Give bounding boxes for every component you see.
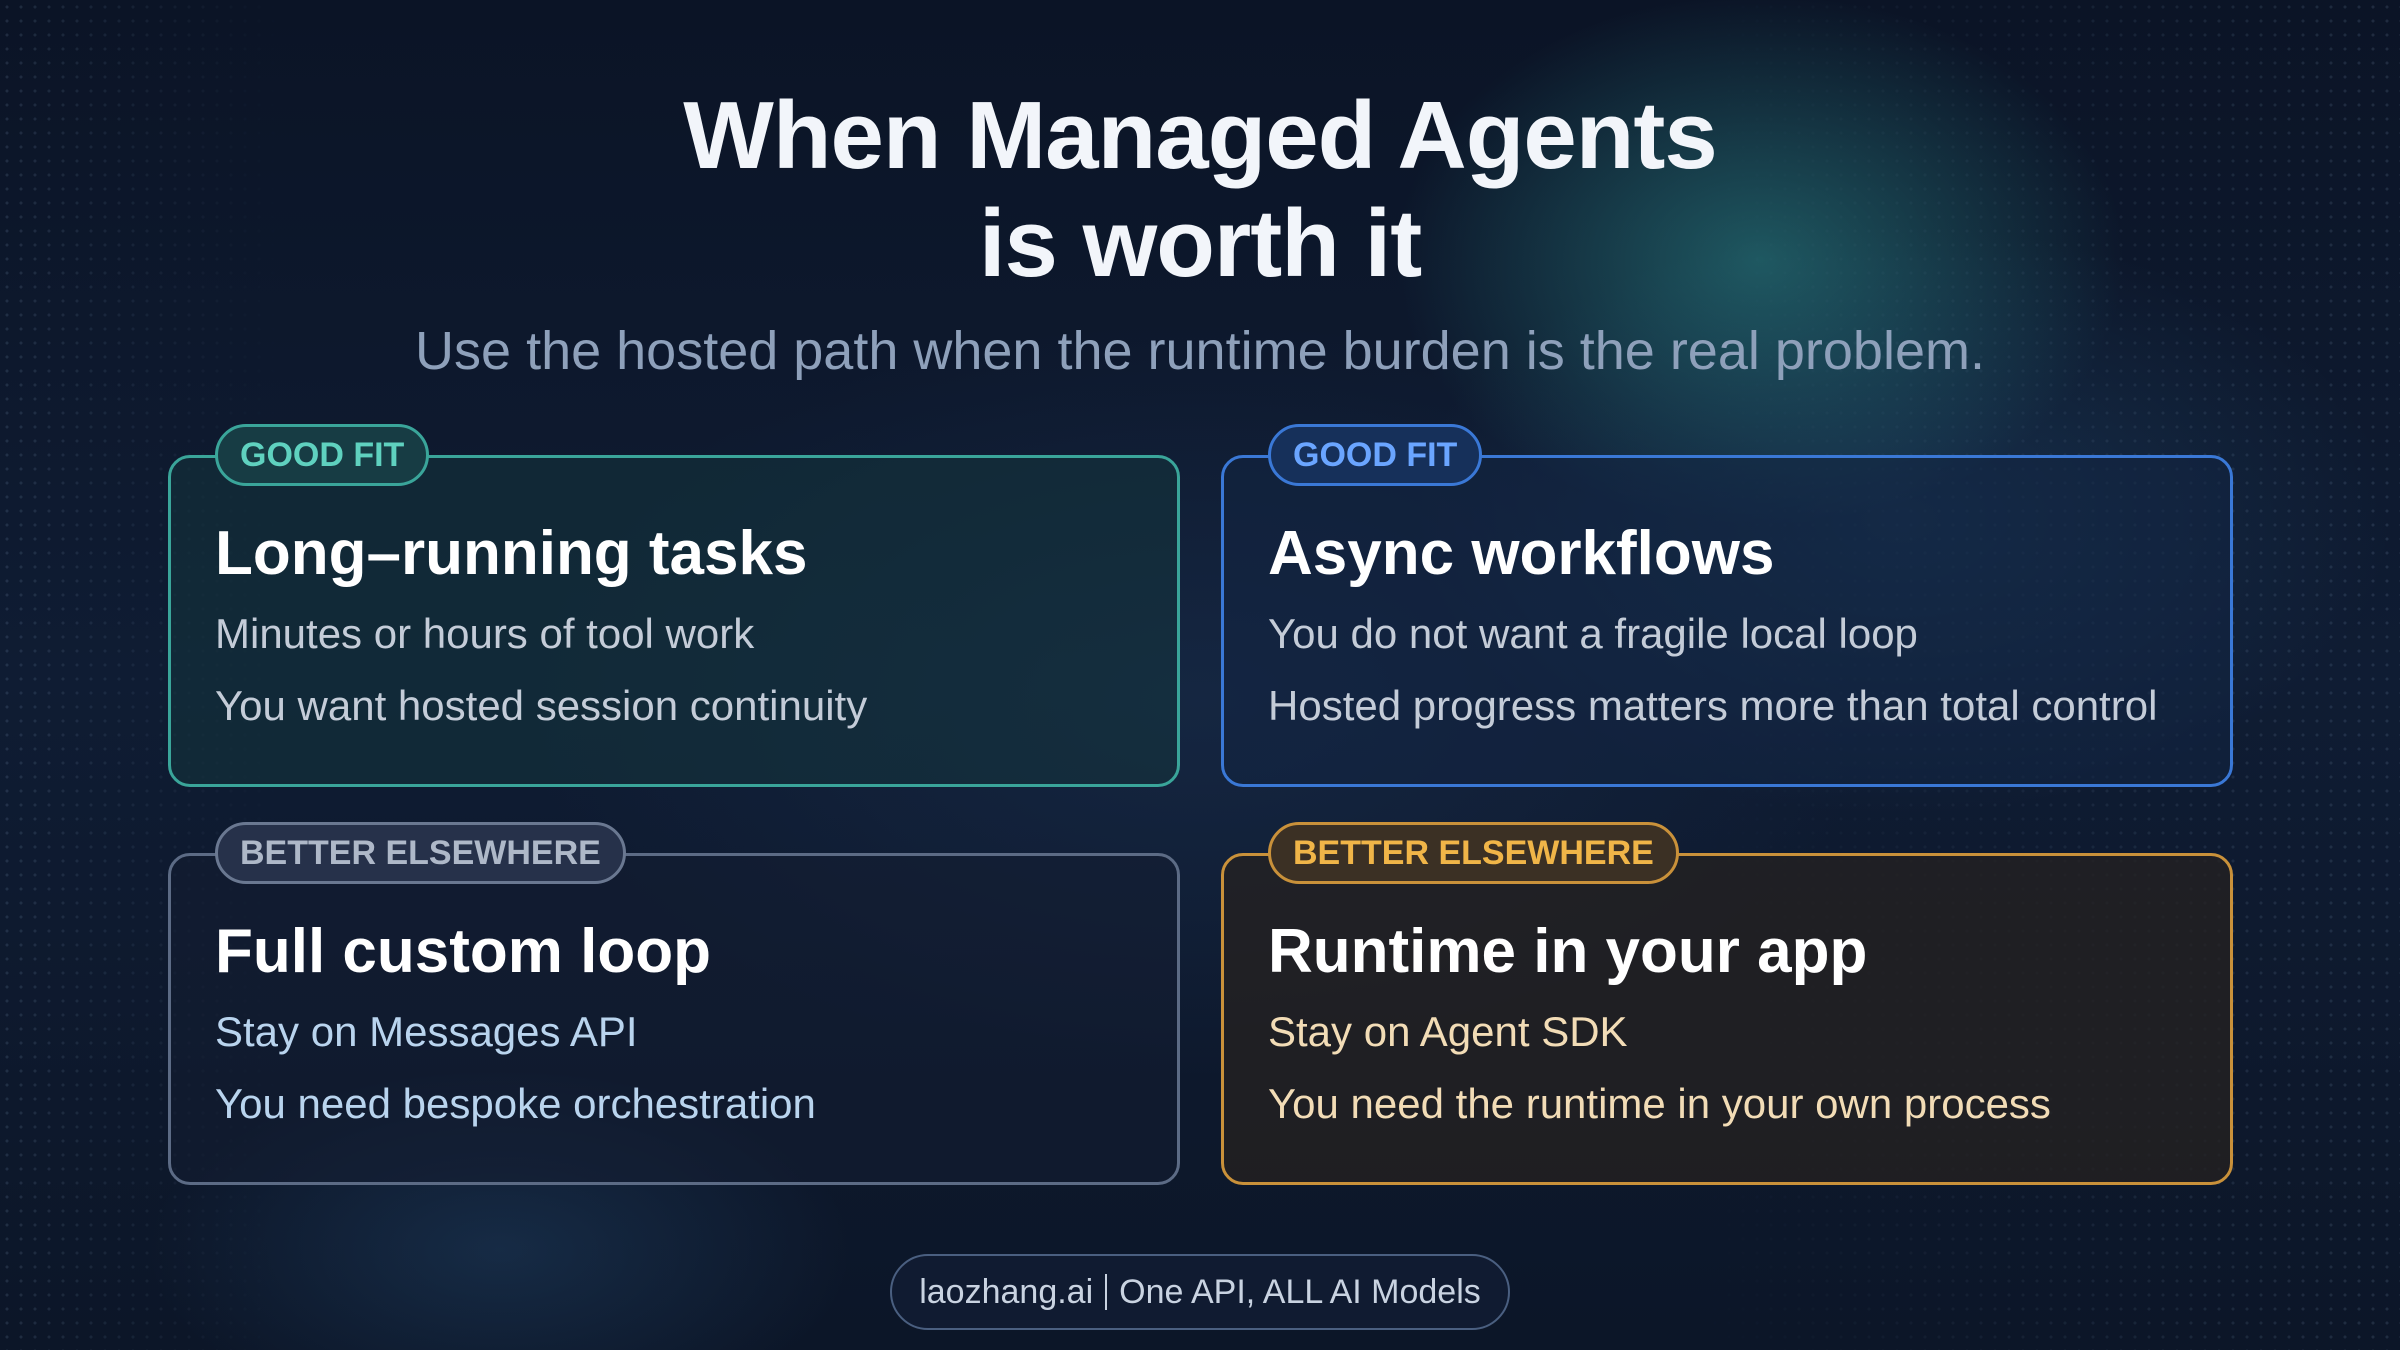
card-title: Full custom loop xyxy=(215,917,711,986)
card-line: Stay on Agent SDK xyxy=(1268,1008,1628,1055)
card-async-workflows: GOOD FIT Async workflows You do not want… xyxy=(1221,424,2233,787)
card-title: Runtime in your app xyxy=(1268,917,1868,986)
card-line: You need the runtime in your own process xyxy=(1268,1080,2051,1127)
title-line-1: When Managed Agents xyxy=(683,82,1717,189)
card-line: You need bespoke orchestration xyxy=(215,1080,816,1127)
card-full-custom-loop: BETTER ELSEWHERE Full custom loop Stay o… xyxy=(168,822,1180,1185)
slide: When Managed Agents is worth it Use the … xyxy=(0,0,2400,1350)
footer-brand: laozhang.ai xyxy=(919,1273,1094,1311)
footer-separator xyxy=(1105,1274,1108,1310)
footer-brand-pill[interactable]: laozhang.ai One API, ALL AI Models xyxy=(890,1254,1510,1330)
card-line: You do not want a fragile local loop xyxy=(1268,610,1918,657)
footer-tagline: One API, ALL AI Models xyxy=(1119,1273,1481,1311)
title-line-2: is worth it xyxy=(978,190,1422,297)
card-line: Hosted progress matters more than total … xyxy=(1268,682,2158,729)
card-runtime-in-your-app: BETTER ELSEWHERE Runtime in your app Sta… xyxy=(1221,822,2233,1185)
better-elsewhere-badge: BETTER ELSEWHERE xyxy=(1268,822,1679,884)
card-title: Async workflows xyxy=(1268,519,1775,588)
good-fit-badge: GOOD FIT xyxy=(215,424,430,486)
card-long-running-tasks: GOOD FIT Long–running tasks Minutes or h… xyxy=(168,424,1180,787)
better-elsewhere-badge: BETTER ELSEWHERE xyxy=(215,822,626,884)
card-line: Minutes or hours of tool work xyxy=(215,610,755,657)
card-line: Stay on Messages API xyxy=(215,1008,638,1055)
slide-subtitle: Use the hosted path when the runtime bur… xyxy=(415,321,1985,381)
card-title: Long–running tasks xyxy=(215,519,808,588)
slide-title: When Managed Agents is worth it xyxy=(0,82,2400,298)
card-line: You want hosted session continuity xyxy=(215,682,868,729)
good-fit-badge: GOOD FIT xyxy=(1268,424,1483,486)
